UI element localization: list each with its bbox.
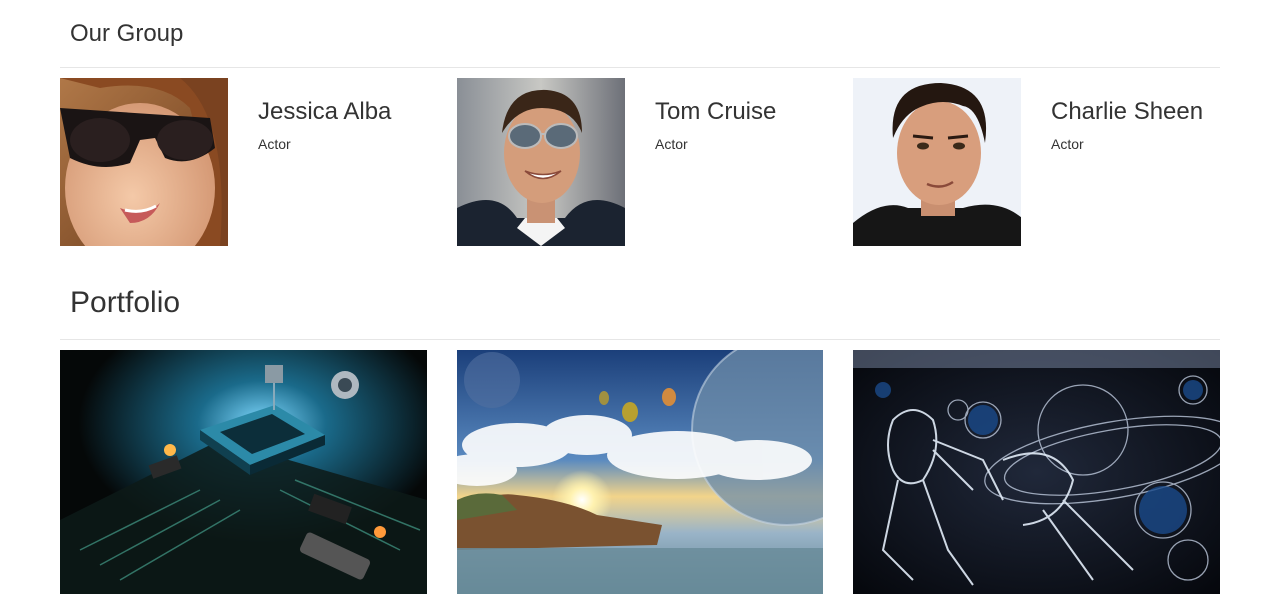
member-role: Actor [655, 136, 688, 152]
portfolio-item[interactable] [457, 350, 823, 594]
page: Our Group Jessica Alba Actor Tom Cruise … [0, 0, 1280, 600]
landscape-image [457, 350, 823, 594]
circuit-board-image [60, 350, 427, 594]
member-photo[interactable] [60, 78, 228, 246]
member-card: Tom Cruise Actor [457, 78, 817, 246]
member-photo[interactable] [853, 78, 1021, 246]
member-role: Actor [258, 136, 291, 152]
member-photo[interactable] [457, 78, 625, 246]
member-name: Tom Cruise [655, 98, 777, 125]
member-card: Jessica Alba Actor [60, 78, 420, 246]
our-group-heading: Our Group [70, 20, 184, 47]
portrait-image [60, 78, 228, 246]
portrait-image [853, 78, 1021, 246]
member-role: Actor [1051, 136, 1084, 152]
member-name: Jessica Alba [258, 98, 392, 125]
member-card: Charlie Sheen Actor [853, 78, 1213, 246]
portrait-image [457, 78, 625, 246]
member-name: Charlie Sheen [1051, 98, 1204, 125]
divider [60, 339, 1220, 340]
portfolio-item[interactable] [60, 350, 427, 594]
space-artwork-image [853, 350, 1220, 594]
divider [60, 67, 1220, 68]
portfolio-heading: Portfolio [70, 286, 181, 319]
portfolio-item[interactable] [853, 350, 1220, 594]
